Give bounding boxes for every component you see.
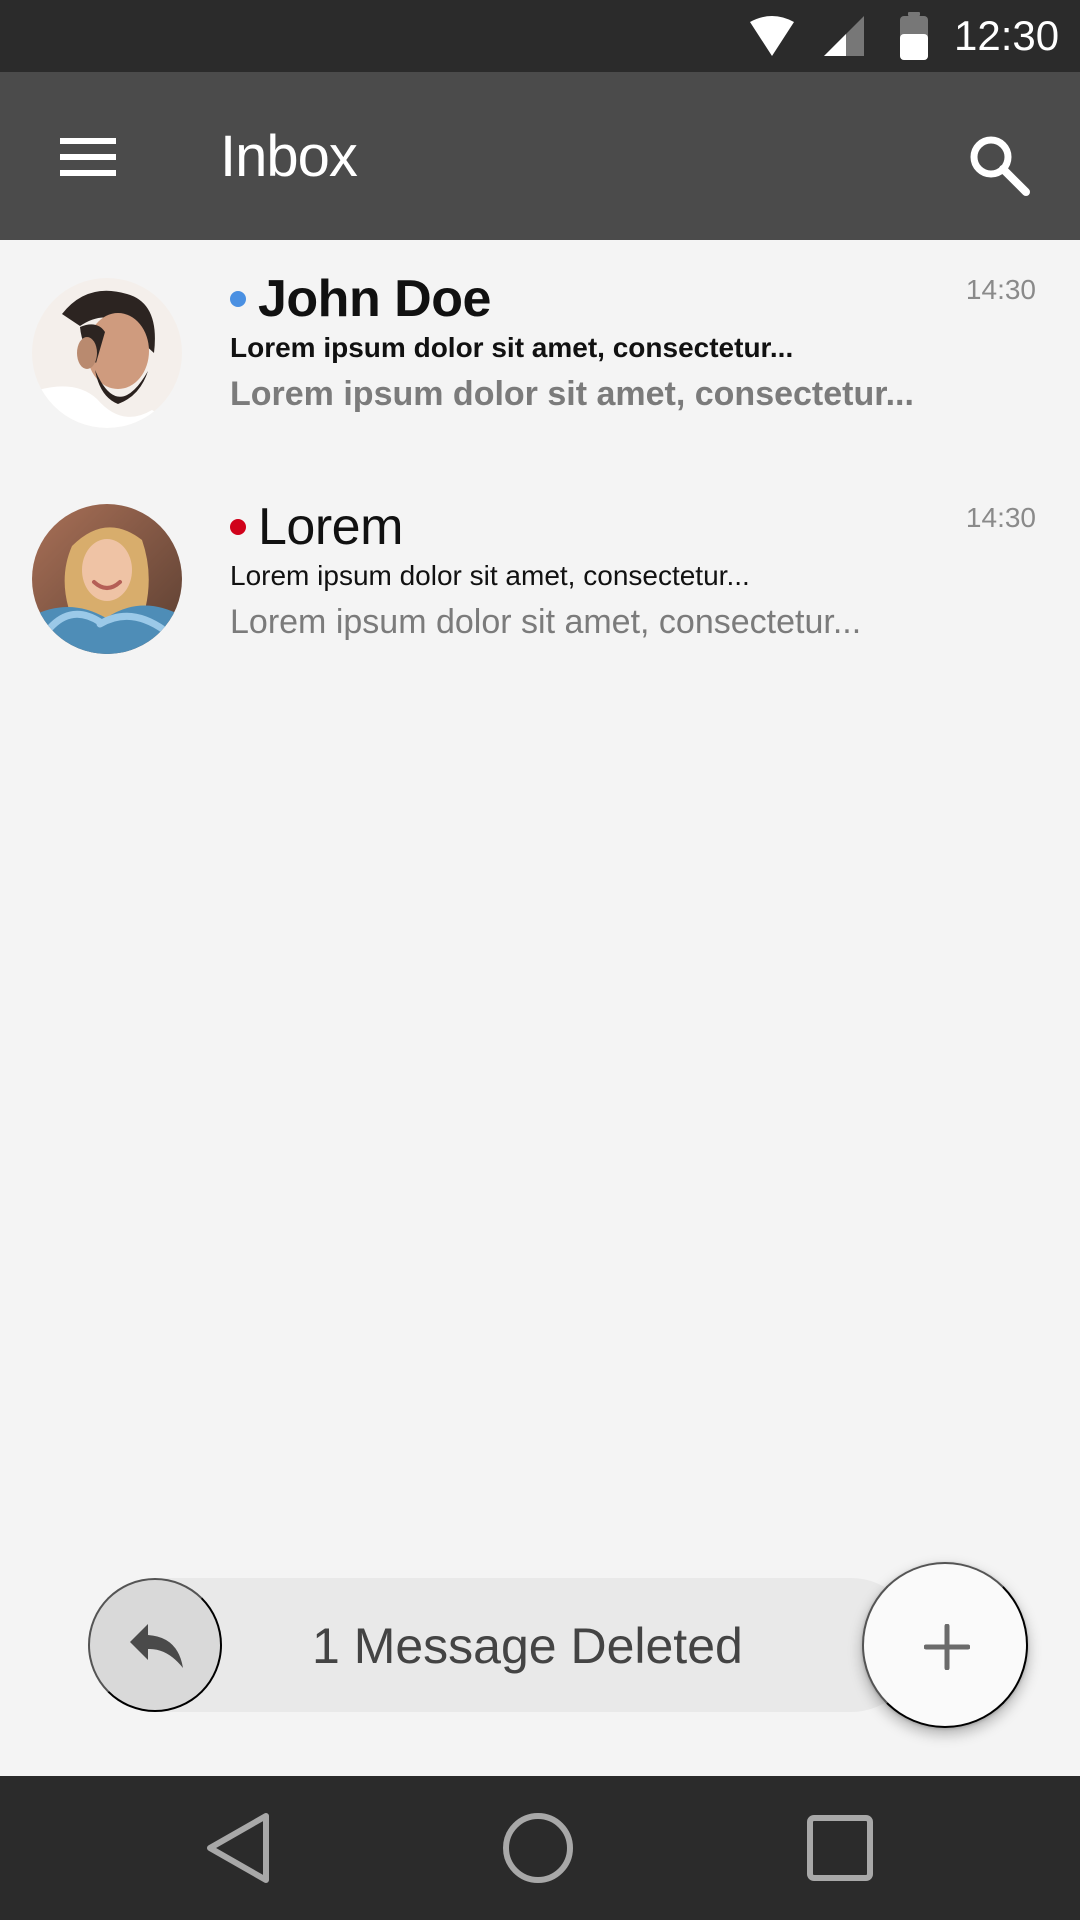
message-item-john-doe[interactable]: John Doe Lorem ipsum dolor sit amet, con… (0, 248, 1080, 472)
battery-icon (900, 12, 928, 60)
undo-icon (130, 1624, 183, 1668)
home-icon[interactable] (498, 1808, 578, 1888)
wifi-icon (750, 16, 794, 56)
message-item-lorem[interactable]: Lorem Lorem ipsum dolor sit amet, consec… (0, 476, 1080, 700)
plus-icon (924, 1624, 970, 1670)
message-preview: Lorem ipsum dolor sit amet, consectetur.… (230, 375, 914, 413)
search-icon[interactable] (964, 130, 1034, 200)
inbox-screen: 12:30 Inbox John Doe Lorem ipsum dolor s… (0, 0, 1080, 1920)
man-avatar-image (32, 278, 182, 428)
deleted-message-snackbar: 1 Message Deleted (88, 1578, 918, 1712)
cell-signal-icon (824, 16, 864, 56)
message-subject: Lorem ipsum dolor sit amet, consectetur.… (230, 560, 750, 591)
message-time: 14:30 (965, 502, 1036, 533)
message-sender: Lorem (258, 498, 403, 556)
message-sender: John Doe (258, 270, 491, 328)
back-icon[interactable] (200, 1808, 280, 1888)
avatar (32, 504, 182, 654)
hamburger-menu-icon[interactable] (48, 120, 128, 200)
compose-fab[interactable] (862, 1562, 1028, 1728)
snackbar-message: 1 Message Deleted (312, 1618, 743, 1674)
unread-indicator (230, 519, 246, 535)
woman-avatar-image (32, 504, 182, 654)
avatar (32, 278, 182, 428)
system-navigation-bar (0, 1776, 1080, 1920)
message-time: 14:30 (965, 274, 1036, 305)
status-bar: 12:30 (0, 0, 1080, 72)
message-preview: Lorem ipsum dolor sit amet, consectetur.… (230, 603, 862, 641)
message-subject: Lorem ipsum dolor sit amet, consectetur.… (230, 332, 794, 363)
app-bar: Inbox (0, 72, 1080, 240)
undo-button[interactable] (88, 1578, 222, 1712)
unread-indicator (230, 291, 246, 307)
page-title: Inbox (220, 124, 358, 189)
status-time: 12:30 (954, 12, 1060, 59)
recents-icon[interactable] (800, 1808, 880, 1888)
